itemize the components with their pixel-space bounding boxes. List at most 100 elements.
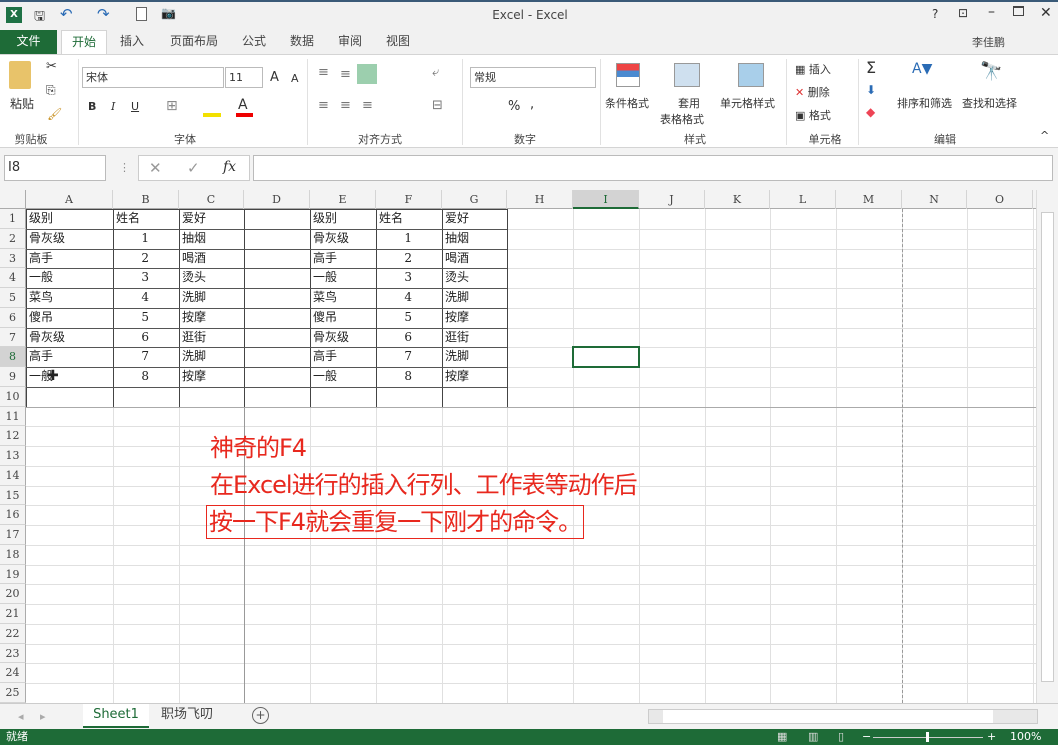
format-as-table-label-2[interactable]: 表格格式	[660, 111, 704, 127]
cell[interactable]: 一般	[310, 268, 376, 287]
horizontal-scrollbar[interactable]	[648, 709, 1038, 724]
insert-function-icon[interactable]: fx	[223, 159, 236, 175]
zoom-level[interactable]: 100%	[1010, 729, 1041, 745]
bold-icon[interactable]: B	[88, 100, 96, 113]
row-header-22[interactable]: 22	[0, 623, 26, 644]
tab-data[interactable]: 数据	[282, 30, 322, 54]
cut-icon[interactable]: ✂	[46, 59, 57, 74]
insert-cells-button[interactable]: ▦ 插入	[795, 61, 831, 77]
delete-cells-button[interactable]: ✕ 删除	[795, 84, 830, 100]
row-header-8[interactable]: 8	[0, 347, 26, 368]
row-header-2[interactable]: 2	[0, 228, 26, 249]
row-header-5[interactable]: 5	[0, 288, 26, 308]
cell[interactable]: 1	[113, 229, 179, 248]
align-left-icon[interactable]: ≡	[318, 98, 329, 113]
tab-review[interactable]: 审阅	[330, 30, 370, 54]
tab-file[interactable]: 文件	[0, 30, 57, 54]
tab-formulas[interactable]: 公式	[234, 30, 274, 54]
page-layout-view-icon[interactable]: ▥	[808, 729, 818, 745]
row-header-11[interactable]: 11	[0, 406, 26, 427]
cell[interactable]: 按摩	[179, 367, 244, 386]
cell[interactable]: 级别	[26, 209, 113, 228]
sort-filter-button[interactable]: 排序和筛选	[897, 95, 952, 111]
cell[interactable]: 级别	[310, 209, 376, 228]
find-select-icon[interactable]: 🔭	[980, 61, 1002, 82]
decrease-font-icon[interactable]: A	[291, 72, 299, 85]
column-header-J[interactable]: J	[639, 190, 705, 209]
find-select-button[interactable]: 查找和选择	[962, 95, 1017, 111]
name-box[interactable]: I8	[4, 155, 106, 181]
increase-font-icon[interactable]: A	[270, 70, 279, 85]
cell[interactable]: 爱好	[179, 209, 244, 228]
sheet-tab-2[interactable]: 职场飞叨	[152, 704, 222, 728]
cell[interactable]: 骨灰级	[310, 328, 376, 347]
cell[interactable]: 5	[376, 308, 442, 327]
row-header-25[interactable]: 25	[0, 683, 26, 703]
help-icon[interactable]: ?	[932, 7, 938, 21]
redo-icon[interactable]: ↷	[97, 5, 110, 23]
number-format-select[interactable]: 常规	[470, 67, 596, 88]
cell-styles-button[interactable]: 单元格样式	[720, 95, 775, 111]
row-header-1[interactable]: 1	[0, 209, 26, 229]
minimize-icon[interactable]: –	[988, 4, 995, 20]
percent-icon[interactable]: %	[508, 99, 520, 114]
cancel-icon[interactable]: ✕	[149, 159, 162, 177]
cell[interactable]: 姓名	[376, 209, 442, 228]
font-color-icon[interactable]: A	[238, 97, 248, 113]
row-header-3[interactable]: 3	[0, 248, 26, 269]
align-top-icon[interactable]: ≡	[318, 65, 329, 80]
cell[interactable]: 6	[113, 328, 179, 347]
cell[interactable]: 3	[376, 268, 442, 287]
cell[interactable]: 烫头	[442, 268, 507, 287]
cell[interactable]: 4	[376, 288, 442, 307]
row-header-23[interactable]: 23	[0, 643, 26, 664]
column-header-D[interactable]: D	[244, 190, 310, 209]
column-header-O[interactable]: O	[967, 190, 1033, 209]
cell[interactable]: 一般	[26, 268, 113, 287]
cell[interactable]: 7	[113, 347, 179, 366]
column-header-E[interactable]: E	[310, 190, 376, 209]
cell[interactable]: 5	[113, 308, 179, 327]
conditional-format-button[interactable]: 条件格式	[605, 95, 649, 111]
prev-sheet-icon[interactable]: ◂	[18, 710, 24, 723]
align-middle-icon[interactable]: ≡	[340, 67, 351, 82]
autosum-icon[interactable]: Σ	[866, 58, 876, 77]
column-header-A[interactable]: A	[26, 190, 113, 209]
select-all-corner[interactable]	[0, 190, 26, 209]
zoom-out-icon[interactable]: −	[862, 729, 871, 745]
fill-color-icon[interactable]	[203, 113, 221, 117]
fill-icon[interactable]: ⬇	[866, 83, 876, 97]
cell[interactable]: 6	[376, 328, 442, 347]
font-size-select[interactable]: 11	[225, 67, 263, 88]
row-header-19[interactable]: 19	[0, 564, 26, 585]
row-header-4[interactable]: 4	[0, 268, 26, 289]
column-header-M[interactable]: M	[836, 190, 902, 209]
row-header-20[interactable]: 20	[0, 584, 26, 605]
row-header-18[interactable]: 18	[0, 544, 26, 565]
cell[interactable]: 抽烟	[179, 229, 244, 248]
column-header-G[interactable]: G	[442, 190, 507, 209]
align-center-icon[interactable]: ≡	[340, 98, 351, 113]
row-header-7[interactable]: 7	[0, 327, 26, 348]
align-right-icon[interactable]: ≡	[362, 98, 373, 113]
zoom-slider-thumb[interactable]	[926, 732, 929, 742]
horizontal-scroll-thumb[interactable]	[663, 710, 993, 723]
cell[interactable]: 洗脚	[179, 288, 244, 307]
cell[interactable]: 按摩	[442, 308, 507, 327]
italic-icon[interactable]: I	[111, 100, 115, 113]
cell[interactable]: 高手	[26, 347, 113, 366]
ribbon-display-icon[interactable]: ⊡	[958, 6, 968, 20]
enter-icon[interactable]: ✓	[187, 159, 200, 177]
camera-icon[interactable]: 📷	[161, 6, 176, 20]
tab-view[interactable]: 视图	[378, 30, 418, 54]
cell[interactable]: 菜鸟	[310, 288, 376, 307]
row-header-14[interactable]: 14	[0, 465, 26, 486]
normal-view-icon[interactable]: ▦	[777, 729, 787, 745]
save-icon[interactable]: 🖫	[34, 7, 45, 29]
font-name-select[interactable]: 宋体	[82, 67, 224, 88]
cell[interactable]: 喝酒	[442, 249, 507, 268]
tab-home[interactable]: 开始	[61, 30, 107, 54]
add-sheet-icon[interactable]: +	[252, 707, 269, 724]
cell[interactable]: 高手	[310, 249, 376, 268]
column-header-F[interactable]: F	[376, 190, 442, 209]
